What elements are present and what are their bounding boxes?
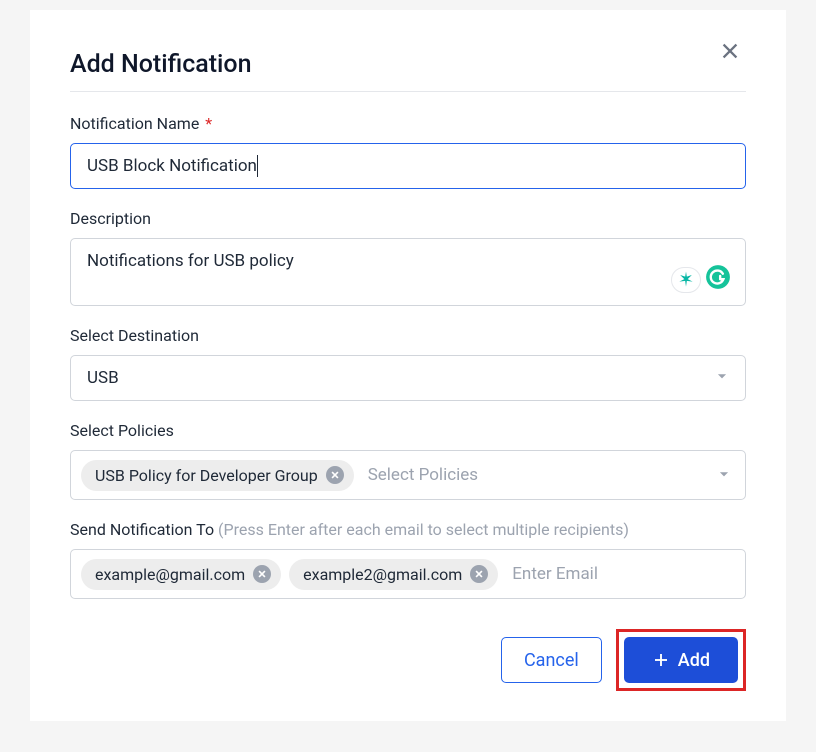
close-button[interactable] bbox=[719, 40, 741, 66]
modal-title: Add Notification bbox=[70, 50, 746, 92]
add-button-label: Add bbox=[678, 650, 710, 671]
destination-select[interactable]: USB bbox=[70, 355, 746, 401]
text-cursor bbox=[257, 155, 258, 177]
destination-value: USB bbox=[87, 368, 119, 388]
caret-down-icon bbox=[715, 368, 729, 388]
chip-remove-button[interactable] bbox=[326, 466, 344, 484]
recipients-input[interactable]: example@gmail.com example2@gmail.com Ent… bbox=[70, 549, 746, 599]
editor-badges bbox=[671, 264, 731, 295]
description-input[interactable]: Notifications for USB policy bbox=[70, 238, 746, 306]
notification-name-input[interactable]: USB Block Notification bbox=[70, 143, 746, 189]
plus-icon bbox=[652, 651, 670, 669]
email-chip: example@gmail.com bbox=[81, 559, 281, 590]
add-notification-modal: Add Notification Notification Name * USB… bbox=[30, 10, 786, 721]
field-policies: Select Policies USB Policy for Developer… bbox=[70, 421, 746, 500]
policy-chip: USB Policy for Developer Group bbox=[81, 460, 354, 491]
required-asterisk: * bbox=[205, 114, 212, 133]
field-description: Description Notifications for USB policy bbox=[70, 209, 746, 306]
recipients-placeholder: Enter Email bbox=[506, 564, 735, 584]
email-chip: example2@gmail.com bbox=[289, 559, 498, 590]
add-button-highlight: Add bbox=[616, 629, 746, 691]
field-recipients: Send Notification To (Press Enter after … bbox=[70, 520, 746, 599]
field-notification-name: Notification Name * USB Block Notificati… bbox=[70, 114, 746, 189]
chip-remove-button[interactable] bbox=[253, 565, 271, 583]
add-button[interactable]: Add bbox=[624, 637, 738, 683]
policies-label: Select Policies bbox=[70, 421, 746, 440]
chip-label: example@gmail.com bbox=[95, 565, 245, 584]
destination-label: Select Destination bbox=[70, 326, 746, 345]
cancel-button[interactable]: Cancel bbox=[501, 637, 602, 683]
notification-name-label: Notification Name * bbox=[70, 114, 746, 133]
description-value: Notifications for USB policy bbox=[87, 251, 294, 271]
close-icon bbox=[330, 470, 340, 480]
modal-footer: Cancel Add bbox=[70, 629, 746, 691]
label-hint: (Press Enter after each email to select … bbox=[218, 520, 629, 539]
caret-down-icon bbox=[717, 466, 731, 485]
label-text: Send Notification To bbox=[70, 520, 214, 539]
notification-name-value: USB Block Notification bbox=[87, 156, 257, 176]
close-icon bbox=[719, 40, 741, 62]
grammarly-icon[interactable] bbox=[705, 264, 731, 295]
close-icon bbox=[257, 569, 267, 579]
chip-label: USB Policy for Developer Group bbox=[95, 466, 318, 485]
policies-select[interactable]: USB Policy for Developer Group Select Po… bbox=[70, 450, 746, 500]
policies-placeholder: Select Policies bbox=[362, 465, 735, 485]
chip-label: example2@gmail.com bbox=[303, 565, 462, 584]
description-label: Description bbox=[70, 209, 746, 228]
field-destination: Select Destination USB bbox=[70, 326, 746, 401]
chip-remove-button[interactable] bbox=[470, 565, 488, 583]
recipients-label: Send Notification To (Press Enter after … bbox=[70, 520, 746, 539]
close-icon bbox=[474, 569, 484, 579]
writing-assist-icon[interactable] bbox=[671, 267, 701, 293]
label-text: Notification Name bbox=[70, 114, 199, 133]
